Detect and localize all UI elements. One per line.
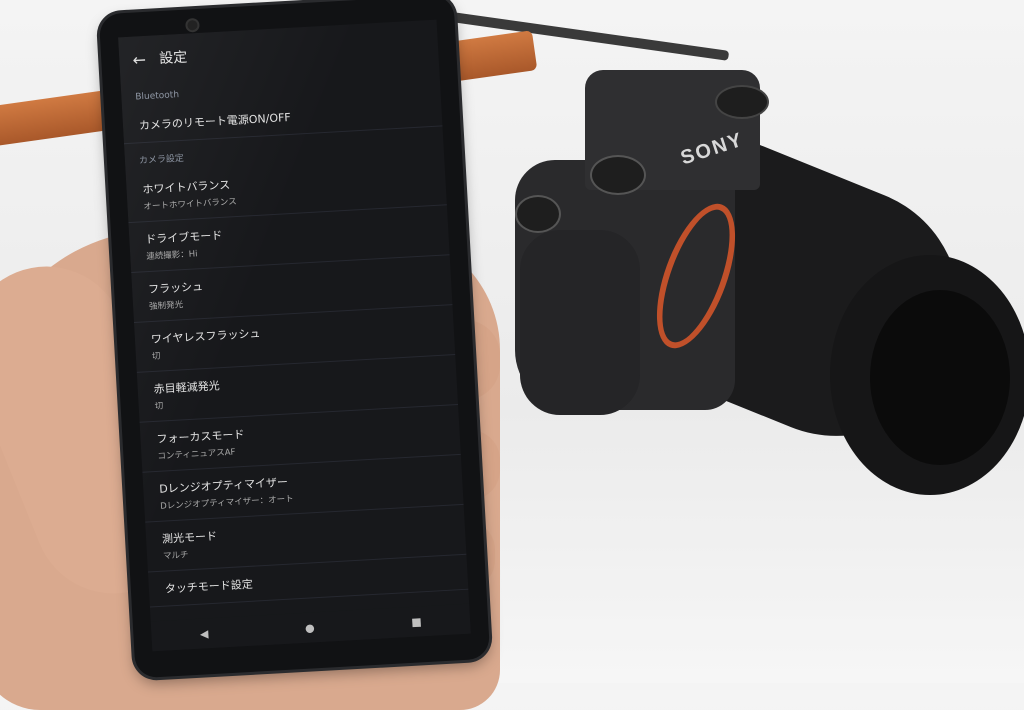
- settings-list: Bluetooth カメラのリモート電源ON/OFF カメラ設定 ホワイトバラン…: [121, 66, 469, 608]
- lens-front-element: [870, 290, 1010, 465]
- android-nav-bar: ◀ ● ■: [150, 603, 471, 652]
- phone-screen: ← 設定 Bluetooth カメラのリモート電源ON/OFF カメラ設定 ホワ…: [118, 19, 471, 652]
- settings-item-title: カメラのリモート電源ON/OFF: [138, 110, 292, 133]
- smartphone: ← 設定 Bluetooth カメラのリモート電源ON/OFF カメラ設定 ホワ…: [98, 0, 491, 679]
- photo-scene: SONY ← 設定 Bluetooth カメラのリモート電源ON/OFF カメラ…: [0, 0, 1024, 710]
- mode-dial: [590, 155, 646, 195]
- exposure-dial: [715, 85, 769, 119]
- arrow-left-icon[interactable]: ←: [119, 49, 160, 70]
- drive-dial: [515, 195, 561, 233]
- page-title: 設定: [158, 49, 188, 68]
- nav-home-icon[interactable]: ●: [305, 621, 315, 635]
- camera-grip: [520, 230, 640, 415]
- settings-item-title: タッチモード設定: [164, 577, 254, 596]
- front-camera: [185, 17, 200, 33]
- nav-recents-icon[interactable]: ■: [411, 615, 422, 629]
- nav-back-icon[interactable]: ◀: [199, 627, 208, 640]
